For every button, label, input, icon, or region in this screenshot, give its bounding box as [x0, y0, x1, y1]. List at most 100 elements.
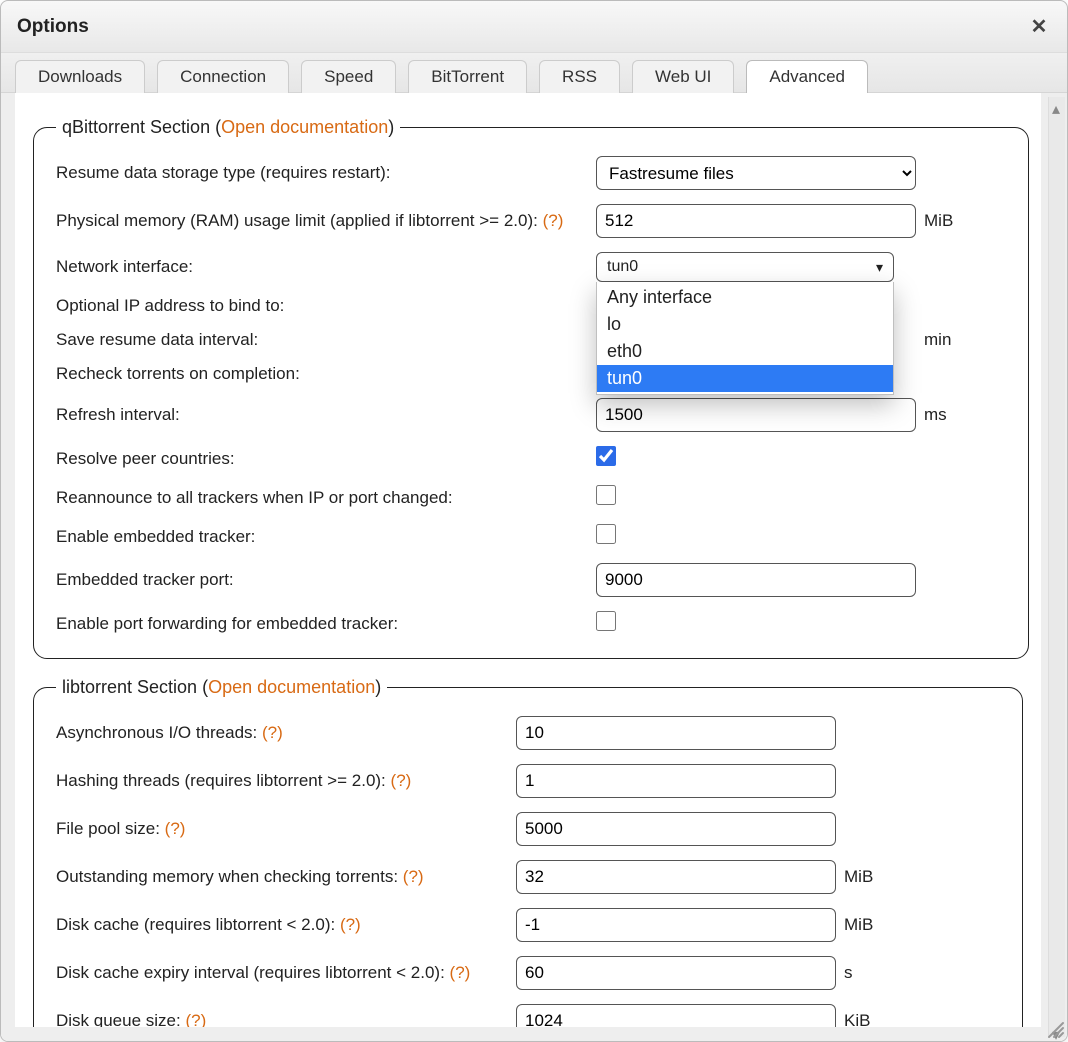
label-text: Disk queue size: [56, 1011, 181, 1027]
label-text: Hashing threads (requires libtorrent >= … [56, 771, 386, 790]
resolve-checkbox[interactable] [596, 446, 616, 466]
dq-input[interactable] [516, 1004, 836, 1027]
embedded-fwd-label: Enable port forwarding for embedded trac… [56, 614, 596, 634]
qbittorrent-section: qBittorrent Section (Open documentation)… [33, 117, 1029, 659]
network-interface-wrap: tun0 ▾ Any interface lo eth0 tun0 [596, 252, 916, 282]
help-icon[interactable]: (?) [391, 771, 412, 790]
section-title: libtorrent Section [62, 677, 197, 697]
tab-label: RSS [562, 67, 597, 86]
dropdown-option-tun0[interactable]: tun0 [597, 365, 893, 392]
label-text: Asynchronous I/O threads: [56, 723, 257, 742]
open-documentation-link[interactable]: Open documentation [208, 677, 375, 697]
help-icon[interactable]: (?) [185, 1011, 206, 1027]
dq-label: Disk queue size: (?) [56, 1011, 516, 1027]
help-icon[interactable]: (?) [543, 211, 564, 230]
recheck-label: Recheck torrents on completion: [56, 364, 596, 384]
embedded-tracker-label: Enable embedded tracker: [56, 527, 596, 547]
ram-limit-label: Physical memory (RAM) usage limit (appli… [56, 211, 596, 231]
chevron-down-icon: ▾ [876, 259, 883, 276]
tab-connection[interactable]: Connection [157, 60, 289, 93]
embedded-port-label: Embedded tracker port: [56, 570, 596, 590]
ram-limit-unit: MiB [916, 211, 1006, 231]
content-scroll[interactable]: qBittorrent Section (Open documentation)… [15, 93, 1041, 1027]
help-icon[interactable]: (?) [165, 819, 186, 838]
dcache-label: Disk cache (requires libtorrent < 2.0): … [56, 915, 516, 935]
tab-rss[interactable]: RSS [539, 60, 620, 93]
libtorrent-legend: libtorrent Section (Open documentation) [56, 677, 387, 698]
help-icon[interactable]: (?) [340, 915, 361, 934]
aio-input[interactable] [516, 716, 836, 750]
label-text: Disk cache expiry interval (requires lib… [56, 963, 445, 982]
outmem-input[interactable] [516, 860, 836, 894]
tab-label: Connection [180, 67, 266, 86]
refresh-input[interactable] [596, 398, 916, 432]
paren: ) [375, 677, 381, 697]
titlebar: Options ✕ [1, 1, 1067, 53]
scroll-up-icon[interactable] [1052, 99, 1062, 109]
tab-bittorrent[interactable]: BitTorrent [408, 60, 527, 93]
dropdown-option-any[interactable]: Any interface [597, 284, 893, 311]
ip-bind-label: Optional IP address to bind to: [56, 296, 596, 316]
resolve-label: Resolve peer countries: [56, 449, 596, 469]
dcache-unit: MiB [836, 915, 926, 935]
save-resume-label: Save resume data interval: [56, 330, 596, 350]
close-icon[interactable]: ✕ [1027, 15, 1051, 39]
resize-handle-icon[interactable] [1043, 1017, 1065, 1039]
paren: ) [388, 117, 394, 137]
tab-label: Downloads [38, 67, 122, 86]
dropdown-option-eth0[interactable]: eth0 [597, 338, 893, 365]
dcache-input[interactable] [516, 908, 836, 942]
tab-advanced[interactable]: Advanced [746, 60, 868, 93]
tab-label: BitTorrent [431, 67, 504, 86]
hash-label: Hashing threads (requires libtorrent >= … [56, 771, 516, 791]
ram-limit-input[interactable] [596, 204, 916, 238]
help-icon[interactable]: (?) [262, 723, 283, 742]
label-text: File pool size: [56, 819, 160, 838]
dropdown-option-lo[interactable]: lo [597, 311, 893, 338]
network-interface-value: tun0 [607, 258, 638, 276]
aio-label: Asynchronous I/O threads: (?) [56, 723, 516, 743]
libtorrent-section: libtorrent Section (Open documentation) … [33, 677, 1023, 1027]
qbittorrent-legend: qBittorrent Section (Open documentation) [56, 117, 400, 138]
open-documentation-link[interactable]: Open documentation [221, 117, 388, 137]
pool-label: File pool size: (?) [56, 819, 516, 839]
dexp-unit: s [836, 963, 926, 983]
help-icon[interactable]: (?) [403, 867, 424, 886]
embedded-port-input[interactable] [596, 563, 916, 597]
pool-input[interactable] [516, 812, 836, 846]
network-interface-dropdown: Any interface lo eth0 tun0 [596, 282, 894, 395]
dialog-title: Options [17, 16, 89, 38]
hash-input[interactable] [516, 764, 836, 798]
dexp-label: Disk cache expiry interval (requires lib… [56, 963, 516, 983]
qbittorrent-grid: Resume data storage type (requires resta… [56, 156, 1006, 636]
network-interface-select[interactable]: tun0 ▾ [596, 252, 894, 282]
resume-storage-select[interactable]: Fastresume files [596, 156, 916, 190]
content-outer: qBittorrent Section (Open documentation)… [1, 93, 1067, 1041]
tab-speed[interactable]: Speed [301, 60, 396, 93]
outmem-label: Outstanding memory when checking torrent… [56, 867, 516, 887]
outmem-unit: MiB [836, 867, 926, 887]
label-text: Outstanding memory when checking torrent… [56, 867, 398, 886]
resume-storage-label: Resume data storage type (requires resta… [56, 163, 596, 183]
label-text: Physical memory (RAM) usage limit (appli… [56, 211, 538, 230]
help-icon[interactable]: (?) [450, 963, 471, 982]
section-title: qBittorrent Section [62, 117, 210, 137]
save-resume-unit: min [916, 330, 1006, 350]
network-interface-label: Network interface: [56, 257, 596, 277]
dq-unit: KiB [836, 1011, 926, 1027]
refresh-label: Refresh interval: [56, 405, 596, 425]
embedded-tracker-checkbox[interactable] [596, 524, 616, 544]
tab-label: Speed [324, 67, 373, 86]
libtorrent-grid: Asynchronous I/O threads: (?) Hashing th… [56, 716, 1000, 1027]
options-dialog: Options ✕ Downloads Connection Speed Bit… [0, 0, 1068, 1042]
label-text: Disk cache (requires libtorrent < 2.0): [56, 915, 335, 934]
reannounce-label: Reannounce to all trackers when IP or po… [56, 488, 596, 508]
dexp-input[interactable] [516, 956, 836, 990]
tab-strip: Downloads Connection Speed BitTorrent RS… [1, 53, 1067, 93]
reannounce-checkbox[interactable] [596, 485, 616, 505]
tab-downloads[interactable]: Downloads [15, 60, 145, 93]
tab-label: Web UI [655, 67, 711, 86]
embedded-fwd-checkbox[interactable] [596, 611, 616, 631]
tab-webui[interactable]: Web UI [632, 60, 734, 93]
refresh-unit: ms [916, 405, 1006, 425]
